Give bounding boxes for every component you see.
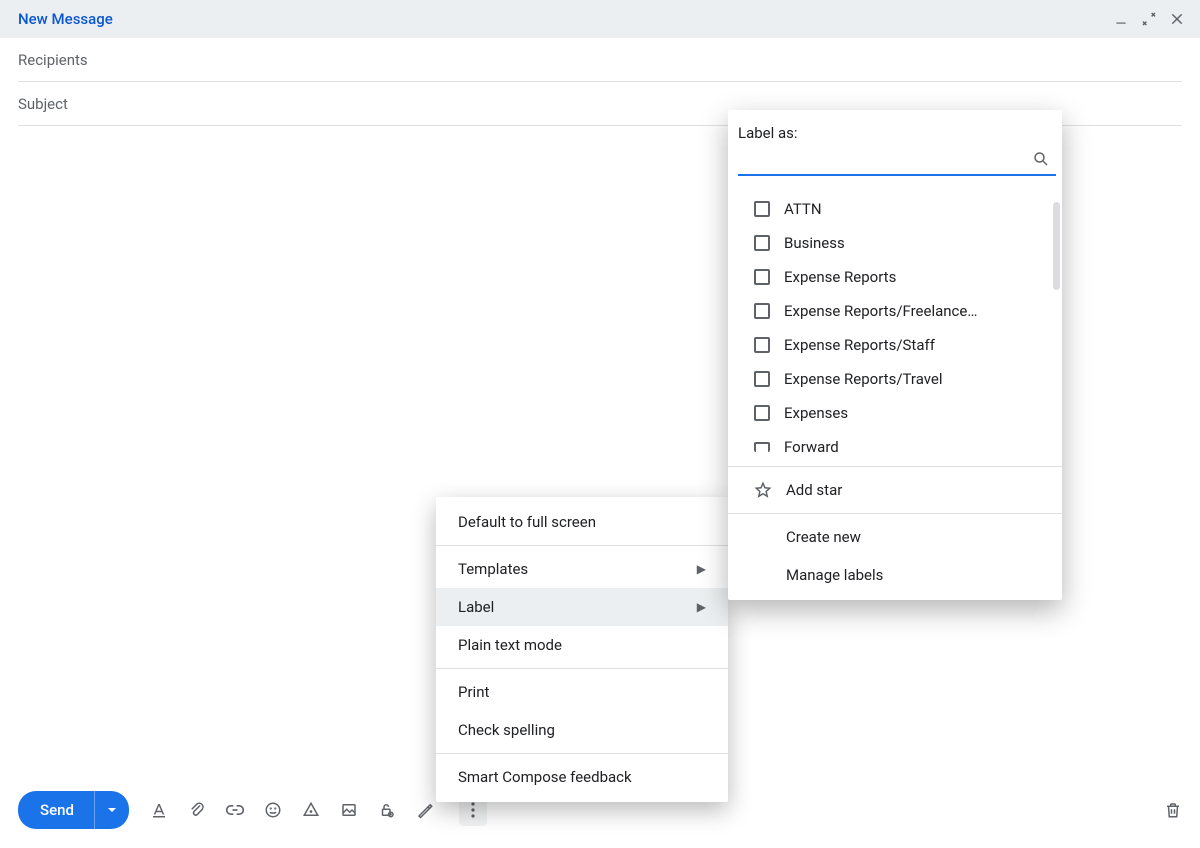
emoji-icon[interactable]: [263, 800, 283, 820]
menu-check-spelling[interactable]: Check spelling: [436, 711, 728, 749]
label-panel-title: Label as:: [728, 110, 1062, 150]
menu-divider: [728, 466, 1062, 467]
label-option-expense-reports-staff[interactable]: Expense Reports/Staff: [728, 328, 1052, 362]
minimize-icon[interactable]: [1112, 10, 1130, 28]
drive-icon[interactable]: [301, 800, 321, 820]
star-icon: [754, 481, 772, 499]
checkbox-icon: [754, 235, 770, 251]
checkbox-icon: [754, 337, 770, 353]
label-add-star[interactable]: Add star: [728, 471, 1062, 509]
checkbox-icon: [754, 269, 770, 285]
checkbox-icon: [754, 201, 770, 217]
text-format-icon[interactable]: [149, 800, 169, 820]
label-text: Manage labels: [786, 566, 883, 584]
checkbox-icon: [754, 405, 770, 421]
menu-item-label: Plain text mode: [458, 636, 562, 654]
menu-item-label: Default to full screen: [458, 513, 596, 531]
label-option-attn[interactable]: ATTN: [728, 192, 1052, 226]
close-icon[interactable]: [1168, 10, 1186, 28]
label-create-new[interactable]: Create new: [728, 518, 1062, 556]
label-text: Create new: [786, 528, 861, 546]
attach-icon[interactable]: [187, 800, 207, 820]
label-submenu: Label as: ATTN Business Expense Reports …: [728, 110, 1062, 600]
menu-item-label: Label: [458, 598, 494, 616]
label-text: Expense Reports/Travel: [784, 370, 943, 388]
link-icon[interactable]: [225, 800, 245, 820]
image-icon[interactable]: [339, 800, 359, 820]
label-text: ATTN: [784, 200, 822, 218]
scrollbar-thumb[interactable]: [1053, 202, 1060, 290]
menu-item-label: Print: [458, 683, 489, 701]
menu-templates[interactable]: Templates ▶: [436, 550, 728, 588]
label-option-expense-reports-freelance[interactable]: Expense Reports/Freelance…: [728, 294, 1052, 328]
send-button[interactable]: Send: [18, 791, 95, 829]
label-option-expense-reports[interactable]: Expense Reports: [728, 260, 1052, 294]
label-manage-labels[interactable]: Manage labels: [728, 556, 1062, 594]
menu-item-label: Templates: [458, 560, 528, 578]
label-option-forward[interactable]: Forward: [728, 430, 1052, 462]
menu-smart-compose-feedback[interactable]: Smart Compose feedback: [436, 758, 728, 796]
send-split-button: Send: [18, 791, 129, 829]
label-text: Expenses: [784, 404, 848, 422]
menu-divider: [728, 513, 1062, 514]
search-icon: [1032, 150, 1050, 168]
menu-divider: [436, 545, 728, 546]
pop-out-icon[interactable]: [1140, 10, 1158, 28]
signature-icon[interactable]: [415, 800, 435, 820]
compose-title-bar: New Message: [0, 0, 1200, 38]
menu-default-full-screen[interactable]: Default to full screen: [436, 503, 728, 541]
label-text: Forward: [784, 438, 839, 456]
menu-divider: [436, 753, 728, 754]
menu-divider: [436, 668, 728, 669]
window-title: New Message: [18, 10, 113, 28]
confidential-icon[interactable]: [377, 800, 397, 820]
menu-label[interactable]: Label ▶: [436, 588, 728, 626]
window-controls: [1112, 10, 1186, 28]
label-option-expenses[interactable]: Expenses: [728, 396, 1052, 430]
checkbox-icon: [754, 371, 770, 387]
label-text: Expense Reports/Staff: [784, 336, 935, 354]
subject-placeholder: Subject: [18, 95, 68, 113]
recipients-field[interactable]: Recipients: [18, 38, 1182, 82]
label-text: Expense Reports: [784, 268, 896, 286]
label-text: Expense Reports/Freelance…: [784, 302, 977, 320]
chevron-right-icon: ▶: [697, 600, 706, 614]
checkbox-icon: [754, 442, 770, 452]
menu-plain-text[interactable]: Plain text mode: [436, 626, 728, 664]
discard-draft-icon[interactable]: [1164, 801, 1182, 819]
label-search-input[interactable]: [738, 150, 1056, 176]
label-option-expense-reports-travel[interactable]: Expense Reports/Travel: [728, 362, 1052, 396]
menu-print[interactable]: Print: [436, 673, 728, 711]
label-text: Business: [784, 234, 845, 252]
send-options-button[interactable]: [95, 791, 129, 829]
label-option-business[interactable]: Business: [728, 226, 1052, 260]
label-list: ATTN Business Expense Reports Expense Re…: [728, 192, 1062, 462]
more-options-menu: Default to full screen Templates ▶ Label…: [436, 497, 728, 802]
label-search-wrap: [738, 150, 1056, 176]
chevron-right-icon: ▶: [697, 562, 706, 576]
recipients-placeholder: Recipients: [18, 51, 88, 69]
menu-item-label: Smart Compose feedback: [458, 768, 632, 786]
menu-item-label: Check spelling: [458, 721, 555, 739]
label-text: Add star: [786, 481, 842, 499]
checkbox-icon: [754, 303, 770, 319]
